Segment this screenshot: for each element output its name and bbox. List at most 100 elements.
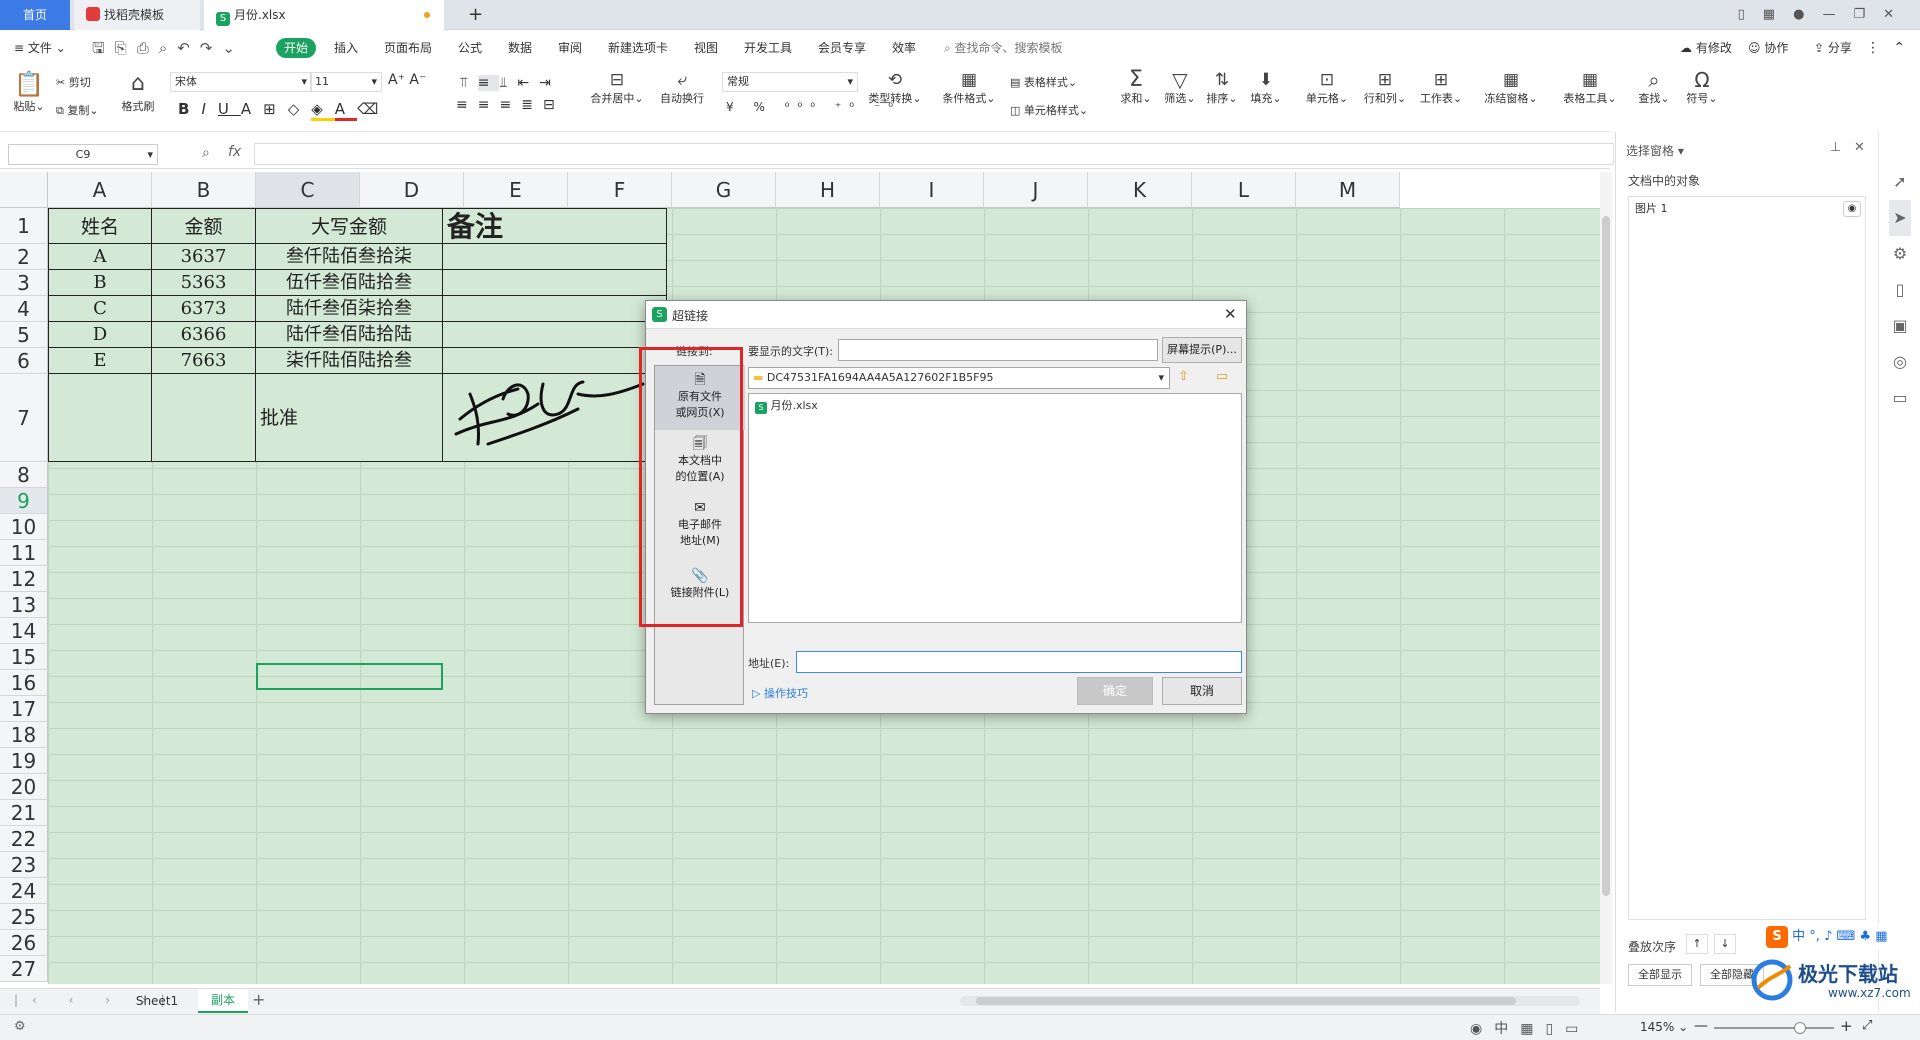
tab-start[interactable]: 开始 [276,38,316,58]
bold-button[interactable]: B [178,100,201,118]
table-cell[interactable]: 3637 [152,244,256,270]
row-header-18[interactable]: 18 [0,722,48,748]
font-grow-shrink[interactable]: A⁺ A⁻ [388,72,426,88]
cancel-button[interactable]: 取消 [1162,677,1242,705]
tab-new-tab[interactable]: 新建选项卡 [608,30,668,66]
table-cell[interactable]: 6366 [152,322,256,348]
zoom-formula-icon[interactable]: ⌕ [202,145,210,161]
table-header-cell[interactable]: 大写金额 [256,208,443,244]
ime-keyboard-icon[interactable]: ⌨ [1837,929,1856,944]
tab-insert[interactable]: 插入 [334,30,358,66]
column-header-l[interactable]: L [1192,172,1296,208]
row-header-27[interactable]: 27 [0,956,48,982]
find-button[interactable]: ⌕ 查找⌄ [1636,70,1672,106]
has-changes-button[interactable]: ☁ 有修改 [1680,30,1732,66]
dialog-close-icon[interactable]: ✕ [1224,305,1237,323]
tab-page-layout[interactable]: 页面布局 [384,30,432,66]
row-header-9[interactable]: 9 [0,488,48,514]
column-header-j[interactable]: J [984,172,1088,208]
pin-icon[interactable]: ⊥ [1830,140,1841,155]
table-header-cell[interactable]: 姓名 [48,208,152,244]
tab-template[interactable]: 找稻壳模板 [74,0,200,30]
sort-button[interactable]: ⇅ 排序⌄ [1204,70,1240,106]
folder-select[interactable]: ▬ DC47531FA1694AA4A5A127602F1B5F95 ▾ [748,367,1170,389]
eye-icon[interactable]: ◉ [1843,201,1861,217]
cut-button[interactable]: ✂ 剪切 [56,74,91,90]
eye-protect-icon[interactable]: ◉ [1470,1021,1494,1037]
cell-button[interactable]: ⊡ 单元格⌄ [1304,70,1350,106]
row-header-6[interactable]: 6 [0,348,48,374]
wrap-text-button[interactable]: ⤶ 自动换行 [656,70,708,106]
align-center-icon[interactable]: ≡ [478,97,500,113]
conditional-format-button[interactable]: ▦ 条件格式⌄ [940,70,998,106]
tool-settings-icon[interactable]: ⚙ [1889,236,1911,272]
row-header-26[interactable]: 26 [0,930,48,956]
row-header-14[interactable]: 14 [0,618,48,644]
undo-icon[interactable]: ↶ [177,39,200,57]
restore-icon[interactable]: ❐ [1853,7,1883,22]
symbol-button[interactable]: Ω 符号⌄ [1684,70,1720,106]
collaborate-button[interactable]: ☺ 协作 [1748,30,1788,66]
menu-more-icon[interactable]: ⋮ ⌃ [1866,30,1905,66]
tool-compass-icon[interactable]: ◎ [1889,344,1911,380]
table-cell[interactable]: 陆仟叁佰柒拾叁 [256,296,443,322]
clear-icon[interactable]: ⌫ [357,100,390,118]
freeze-panes-button[interactable]: ▦ 冻结窗格⌄ [1482,70,1540,106]
strikethrough-button[interactable]: A [241,100,263,118]
tab-file[interactable]: S 月份.xlsx [204,0,444,30]
ime-mic-icon[interactable]: ♪ [1824,929,1832,944]
cell-style-button[interactable]: ◫ 单元格样式⌄ [1010,102,1088,118]
add-sheet-button[interactable]: + [252,990,265,1009]
distribute-icon[interactable]: ⊟ [543,97,565,113]
tool-format-icon[interactable]: ▯ [1889,272,1911,308]
sheet-tab-copy[interactable]: 副本 [198,989,248,1013]
h-scroll-thumb[interactable] [976,997,1516,1005]
redo-icon[interactable]: ↷ [200,39,223,57]
row-header-5[interactable]: 5 [0,322,48,348]
filter-button[interactable]: ▽ 筛选⌄ [1162,70,1198,106]
command-search[interactable]: ⌕ 查找命令、搜索模板 [944,30,1063,66]
address-input[interactable] [796,651,1242,673]
column-header-e[interactable]: E [464,172,568,208]
close-window-icon[interactable]: ✕ [1883,7,1912,22]
horizontal-scrollbar[interactable] [960,996,1580,1006]
font-color-icon[interactable]: A [334,100,358,121]
row-header-7[interactable]: 7 [0,374,48,462]
zoom-slider-thumb[interactable] [1794,1022,1806,1034]
break-view-icon[interactable]: ▭ [1565,1021,1590,1037]
close-pane-icon[interactable]: ✕ [1854,140,1865,155]
ok-button[interactable]: 确定 [1077,677,1153,705]
align-left-icon[interactable]: ≡ [456,97,478,113]
row-header-11[interactable]: 11 [0,540,48,566]
column-header-a[interactable]: A [48,172,152,208]
macro-icon[interactable]: ⚙ [14,1019,26,1034]
tool-select-icon[interactable]: ➤ [1889,200,1911,236]
more-icon[interactable]: ⌄ [222,39,245,57]
row-header-17[interactable]: 17 [0,696,48,722]
table-header-cell[interactable]: 备注 [443,208,667,244]
table-cell[interactable] [152,374,256,462]
table-cell[interactable]: A [48,244,152,270]
tab-member[interactable]: 会员专享 [818,30,866,66]
row-header-12[interactable]: 12 [0,566,48,592]
table-cell[interactable]: D [48,322,152,348]
avatar[interactable]: ● [1793,7,1822,22]
table-cell[interactable]: E [48,348,152,374]
tool-image-icon[interactable]: ▣ [1889,308,1911,344]
show-all-button[interactable]: 全部显示 [1628,964,1692,986]
number-format-select[interactable]: 常规 ▾ [722,72,858,92]
pane-title[interactable]: 选择窗格 ▾ [1626,142,1684,159]
table-cell[interactable]: B [48,270,152,296]
row-header-21[interactable]: 21 [0,800,48,826]
tab-developer[interactable]: 开发工具 [744,30,792,66]
column-header-g[interactable]: G [672,172,776,208]
table-cell[interactable] [48,374,152,462]
sum-button[interactable]: Σ 求和⌄ [1118,69,1154,106]
column-header-b[interactable]: B [152,172,256,208]
tips-link[interactable]: ▷ 操作技巧 [752,685,808,701]
normal-view-icon[interactable]: ▦ [1520,1021,1545,1037]
table-cell[interactable]: 叁仟陆佰叁拾柒 [256,244,443,270]
tab-view[interactable]: 视图 [694,30,718,66]
send-backward-button[interactable]: ↓ [1714,934,1736,954]
remark-cell[interactable] [443,322,667,348]
